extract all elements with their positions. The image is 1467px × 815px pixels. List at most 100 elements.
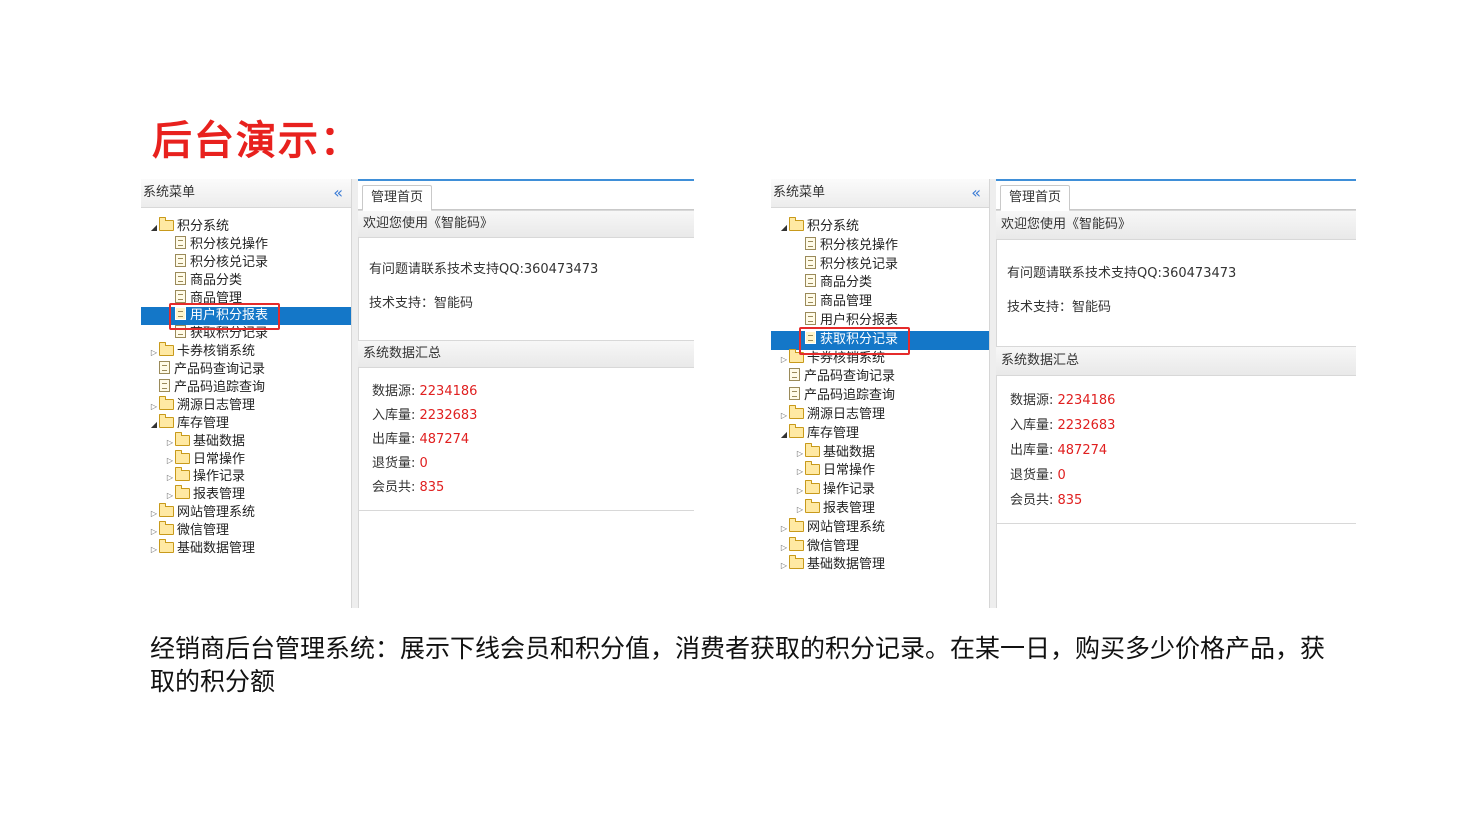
collapsed-arrow-icon[interactable]: ▷	[779, 539, 789, 558]
file-icon	[175, 325, 186, 339]
menu-item[interactable]: ▷积分核兑记录	[771, 255, 989, 275]
collapsed-arrow-icon[interactable]: ▷	[779, 520, 789, 539]
menu-item[interactable]: ▷获取积分记录	[141, 325, 351, 343]
collapsed-arrow-icon[interactable]: ▷	[795, 445, 805, 464]
menu-item[interactable]: ▷ 操作记录	[141, 467, 351, 487]
menu-item[interactable]: ▷ 日常操作	[141, 449, 351, 470]
folder-icon	[159, 342, 174, 357]
menu-item[interactable]: ▷ 微信管理	[771, 536, 989, 558]
menu-item-label: 积分系统	[177, 219, 230, 234]
stats-panel-body: 数据源: 2234186 入库量: 2232683 出库量: 487274 退货…	[358, 368, 694, 511]
menu-item[interactable]: ◢ 积分系统	[771, 217, 989, 238]
collapsed-arrow-icon[interactable]: ▷	[165, 434, 175, 452]
folder-icon	[789, 536, 804, 551]
menu-item-label: 积分核兑操作	[190, 236, 269, 252]
sidebar-header: 系统菜单 «	[141, 179, 351, 208]
expanded-arrow-icon[interactable]: ◢	[149, 416, 159, 434]
collapsed-arrow-icon[interactable]: ▷	[779, 351, 789, 370]
collapsed-arrow-icon[interactable]: ▷	[795, 463, 805, 482]
folder-icon	[159, 521, 174, 536]
menu-item[interactable]: ◢ 库存管理	[141, 413, 351, 434]
folder-icon	[789, 404, 804, 419]
stat-value: 487274	[419, 432, 470, 447]
menu-item[interactable]: ▷ 卡券核销系统	[771, 348, 989, 370]
menu-item-label: 基础数据	[823, 444, 876, 460]
menu-item-label: 报表管理	[823, 500, 876, 516]
expanded-arrow-icon[interactable]: ◢	[779, 426, 789, 445]
menu-item[interactable]: ▷ 报表管理	[141, 485, 351, 505]
screenshot-left: 系统菜单 « ◢积分系统▷积分核兑操作▷积分核兑记录▷商品分类▷商品管理▷用户积…	[141, 179, 694, 608]
file-icon	[805, 255, 816, 269]
menu-item[interactable]: ▷ 基础数据	[771, 442, 989, 464]
menu-item[interactable]: ▷产品码查询记录	[141, 361, 351, 379]
tab-home[interactable]: 管理首页	[362, 185, 433, 211]
menu-item-label: 积分核兑记录	[820, 256, 899, 272]
menu-item[interactable]: ▷商品分类	[771, 274, 989, 293]
collapsed-arrow-icon[interactable]: ▷	[779, 557, 789, 576]
collapsed-arrow-icon[interactable]: ▷	[795, 501, 805, 520]
stat-row: 入库量: 2232683	[1010, 413, 1356, 438]
file-icon	[175, 289, 186, 303]
menu-item[interactable]: ▷产品码追踪查询	[771, 387, 989, 406]
file-icon	[789, 387, 800, 401]
menu-item[interactable]: ▷ 日常操作	[771, 461, 989, 482]
menu-item[interactable]: ▷ 操作记录	[771, 480, 989, 501]
menu-item-label: 基础数据	[193, 433, 246, 449]
support-text: 有问题请联系技术支持QQ:360473473	[1007, 266, 1237, 281]
menu-item[interactable]: ▷商品管理	[141, 289, 351, 308]
expanded-arrow-icon[interactable]: ◢	[149, 219, 159, 237]
menu-item[interactable]: ▷ 基础数据管理	[771, 555, 989, 576]
tab-home[interactable]: 管理首页	[1000, 185, 1071, 211]
menu-item[interactable]: ▷积分核兑操作	[141, 235, 351, 254]
collapsed-arrow-icon[interactable]: ▷	[779, 407, 789, 426]
folder-icon	[159, 413, 174, 428]
collapse-icon[interactable]: «	[333, 179, 343, 207]
collapsed-arrow-icon[interactable]: ▷	[165, 487, 175, 505]
stat-value: 0	[419, 456, 428, 471]
menu-item-label: 产品码追踪查询	[174, 380, 266, 396]
collapsed-arrow-icon[interactable]: ▷	[149, 523, 159, 541]
collapsed-arrow-icon[interactable]: ▷	[149, 344, 159, 362]
folder-icon	[805, 442, 820, 457]
stat-value: 2234186	[419, 384, 478, 399]
menu-item[interactable]: ▷ 基础数据	[141, 431, 351, 452]
menu-item[interactable]: ▷ 网站管理系统	[771, 517, 989, 539]
collapsed-arrow-icon[interactable]: ▷	[149, 541, 159, 559]
stats-panel-body: 数据源: 2234186 入库量: 2232683 出库量: 487274 退货…	[996, 376, 1356, 524]
menu-item[interactable]: ▷ 卡券核销系统	[141, 342, 351, 362]
menu-item[interactable]: ▷积分核兑记录	[141, 253, 351, 272]
collapsed-arrow-icon[interactable]: ▷	[165, 452, 175, 470]
collapsed-arrow-icon[interactable]: ▷	[149, 398, 159, 416]
menu-item-label: 溯源日志管理	[177, 397, 256, 413]
stat-row: 出库量: 487274	[1010, 438, 1356, 463]
menu-item[interactable]: ▷商品管理	[771, 293, 989, 312]
menu-item-label: 日常操作	[193, 451, 246, 467]
collapsed-arrow-icon[interactable]: ▷	[795, 482, 805, 501]
menu-item[interactable]: ◢ 积分系统	[141, 217, 351, 237]
menu-item[interactable]: ▷产品码查询记录	[771, 368, 989, 387]
stat-row: 会员共: 835	[372, 476, 694, 500]
menu-item[interactable]: ◢ 库存管理	[771, 423, 989, 445]
collapse-icon[interactable]: «	[971, 179, 981, 207]
expanded-arrow-icon[interactable]: ◢	[779, 219, 789, 238]
menu-item[interactable]: ▷ 溯源日志管理	[771, 404, 989, 426]
menu-item[interactable]: ▷ 微信管理	[141, 521, 351, 541]
menu-item[interactable]: ▷用户积分报表	[771, 311, 989, 331]
menu-item-label: 库存管理	[177, 415, 230, 431]
stat-label: 数据源:	[372, 384, 420, 399]
collapsed-arrow-icon[interactable]: ▷	[165, 469, 175, 487]
menu-item[interactable]: ▷ 报表管理	[771, 498, 989, 520]
menu-item-label: 用户积分报表	[820, 312, 899, 328]
menu-item[interactable]: ▷商品分类	[141, 271, 351, 290]
menu-item[interactable]: ▷ 基础数据管理	[141, 539, 351, 559]
menu-item-selected[interactable]: ▷获取积分记录	[771, 330, 989, 350]
menu-item[interactable]: ▷ 溯源日志管理	[141, 395, 351, 416]
menu-item[interactable]: ▷积分核兑操作	[771, 236, 989, 256]
menu-item[interactable]: ▷产品码追踪查询	[141, 379, 351, 397]
stat-row: 退货量: 0	[1010, 463, 1356, 488]
stat-row: 入库量: 2232683	[372, 404, 694, 428]
menu-item-selected[interactable]: ▷用户积分报表	[141, 307, 351, 326]
collapsed-arrow-icon[interactable]: ▷	[149, 505, 159, 523]
stat-row: 退货量: 0	[372, 452, 694, 476]
menu-item[interactable]: ▷ 网站管理系统	[141, 503, 351, 523]
